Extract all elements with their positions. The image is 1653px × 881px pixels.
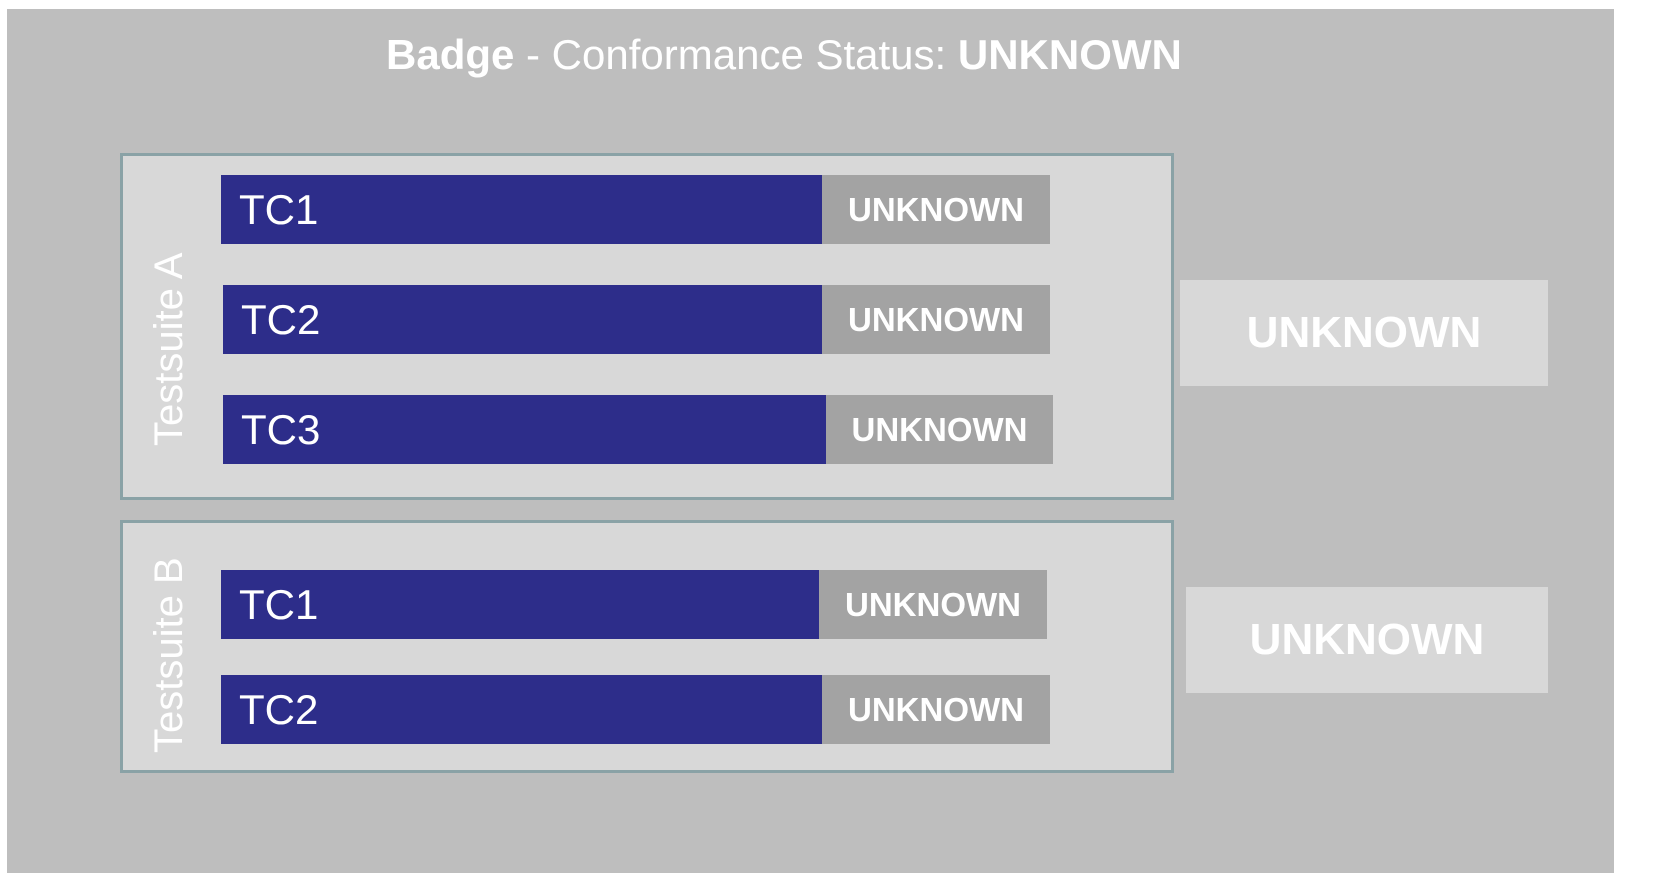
test-case-name: TC1 xyxy=(221,175,822,244)
badge-title-status: UNKNOWN xyxy=(957,31,1182,78)
badge-title-separator: - Conformance Status: xyxy=(514,31,958,78)
badge-title-name: Badge xyxy=(386,31,515,78)
testsuite-b-status: UNKNOWN xyxy=(1186,587,1548,693)
testsuite-a-label: Testsuite A xyxy=(147,252,191,446)
testsuite-a-tc1-row: TC1 UNKNOWN xyxy=(221,175,1050,244)
badge-panel: Badge - Conformance Status: UNKNOWN Test… xyxy=(7,9,1614,873)
testsuite-a-status: UNKNOWN xyxy=(1180,280,1548,386)
testsuite-b: Testsuite B TC1 UNKNOWN TC2 UNKNOWN xyxy=(120,520,1174,773)
testsuite-b-tc1-row: TC1 UNKNOWN xyxy=(221,570,1047,639)
testsuite-a-tc3-row: TC3 UNKNOWN xyxy=(223,395,1053,464)
test-case-status: UNKNOWN xyxy=(822,285,1050,354)
test-case-name: TC1 xyxy=(221,570,819,639)
testsuite-a-tc2-row: TC2 UNKNOWN xyxy=(223,285,1050,354)
test-case-name: TC3 xyxy=(223,395,826,464)
test-case-status: UNKNOWN xyxy=(819,570,1047,639)
badge-title: Badge - Conformance Status: UNKNOWN xyxy=(7,31,1614,79)
test-case-status: UNKNOWN xyxy=(826,395,1053,464)
test-case-status: UNKNOWN xyxy=(822,175,1050,244)
test-case-name: TC2 xyxy=(223,285,822,354)
test-case-status: UNKNOWN xyxy=(822,675,1050,744)
testsuite-b-label: Testsuite B xyxy=(147,557,191,753)
test-case-name: TC2 xyxy=(221,675,822,744)
testsuite-a: Testsuite A TC1 UNKNOWN TC2 UNKNOWN TC3 … xyxy=(120,153,1174,500)
testsuite-b-tc2-row: TC2 UNKNOWN xyxy=(221,675,1050,744)
